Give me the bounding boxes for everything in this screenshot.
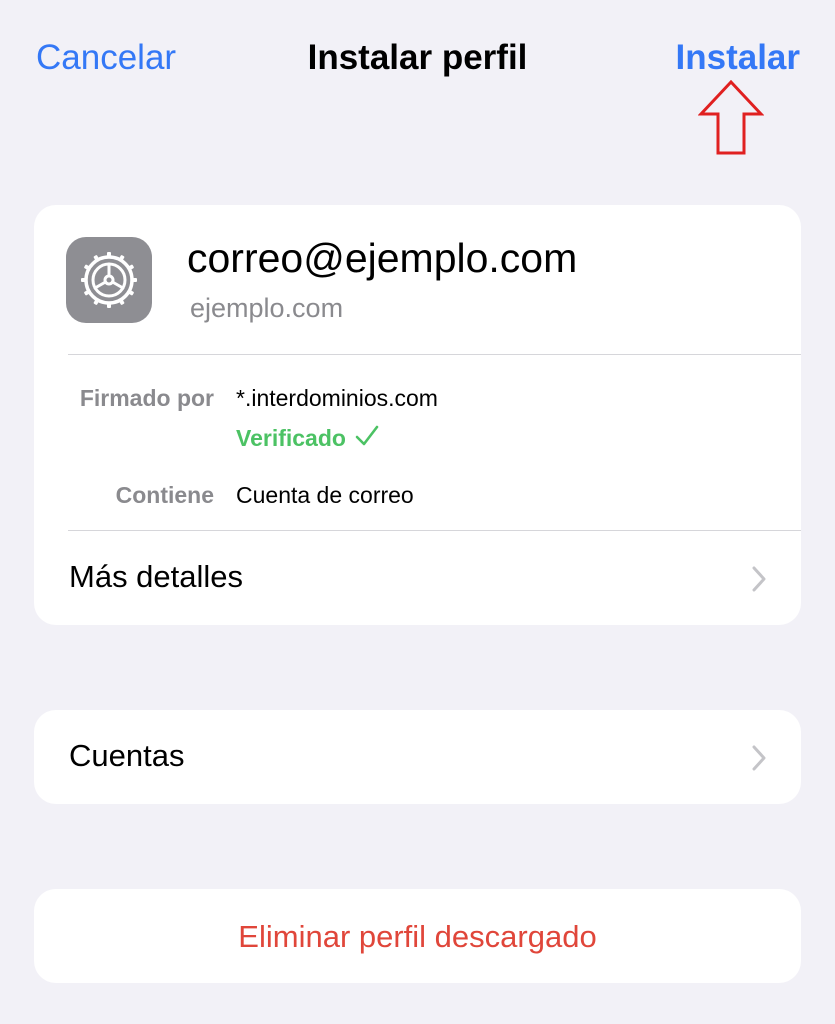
accounts-label: Cuentas [69, 738, 185, 773]
chevron-right-icon [752, 745, 766, 771]
signed-by-label: Firmado por [79, 385, 214, 411]
signed-by-value: *.interdominios.com [236, 385, 438, 411]
contains-value: Cuenta de correo [236, 482, 414, 508]
delete-profile-button[interactable]: Eliminar perfil descargado [34, 889, 801, 983]
profile-card: correo@ejemplo.com ejemplo.com Firmado p… [34, 205, 801, 625]
more-details-row[interactable]: Más detalles [34, 531, 801, 625]
settings-gear-icon [66, 237, 152, 323]
more-details-label: Más detalles [69, 559, 244, 594]
profile-organization: ejemplo.com [190, 293, 344, 323]
contains-label: Contiene [115, 482, 214, 508]
verified-status: Verificado [236, 423, 380, 452]
chevron-right-icon [752, 566, 766, 592]
delete-profile-label: Eliminar perfil descargado [238, 919, 597, 954]
divider [68, 354, 801, 355]
annotation-arrow-up-icon [698, 80, 764, 155]
accounts-row[interactable]: Cuentas [34, 710, 801, 804]
profile-name: correo@ejemplo.com [187, 235, 578, 281]
checkmark-icon [355, 425, 379, 446]
install-button[interactable]: Instalar [676, 38, 801, 78]
verified-label: Verificado [236, 425, 346, 451]
